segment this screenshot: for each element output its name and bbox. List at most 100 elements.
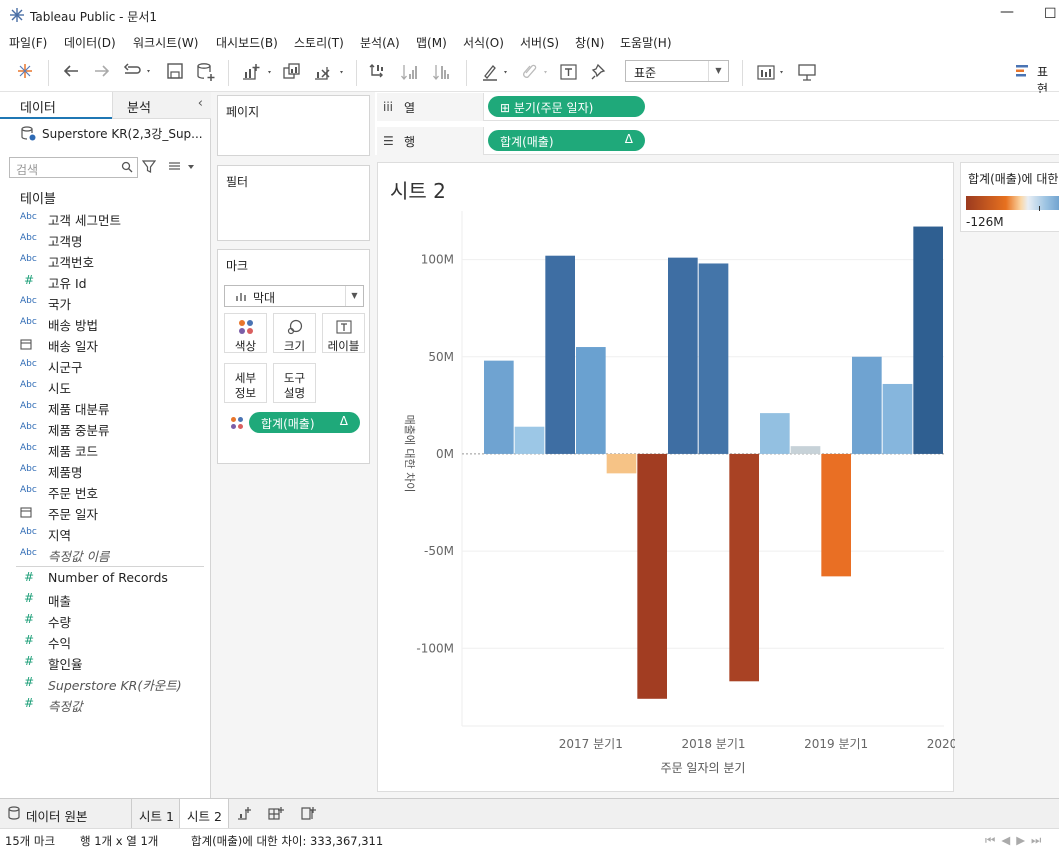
field-item[interactable]: Abc 시군구 (20, 356, 210, 377)
columns-pill[interactable]: ⊞ 분기(주문 일자) (488, 96, 645, 117)
sheet-nav-icons[interactable]: ⏮◀▶⏭ (985, 833, 1047, 848)
tab-sheet-2[interactable]: 시트 2 (179, 799, 229, 828)
minimize-button[interactable]: — (1000, 4, 1014, 20)
field-item[interactable]: 배송 일자 (20, 335, 210, 356)
menu-dashboard[interactable]: 대시보드(B) (216, 34, 278, 51)
field-item[interactable]: # 수익 (20, 632, 210, 653)
presentation-mode-dropdown-icon[interactable] (756, 62, 790, 82)
duplicate-sheet-icon[interactable] (282, 62, 302, 82)
menu-map[interactable]: 맵(M) (416, 34, 447, 51)
string-type-icon: Abc (20, 401, 37, 411)
tableau-start-icon[interactable] (16, 62, 34, 80)
new-datasource-icon[interactable] (196, 62, 216, 82)
datasource-icon (20, 126, 36, 144)
field-item[interactable]: # 수량 (20, 611, 210, 632)
menu-server[interactable]: 서버(S) (520, 34, 559, 51)
new-worksheet-icon[interactable] (240, 62, 274, 82)
field-item[interactable]: Abc 고객번호 (20, 251, 210, 272)
sort-descending-icon[interactable] (432, 62, 452, 82)
legend-gradient[interactable] (966, 196, 1059, 210)
field-item[interactable]: Abc 제품 코드 (20, 440, 210, 461)
label-icon (336, 319, 352, 338)
presentation-icon[interactable] (797, 62, 817, 82)
search-placeholder: 검색 (16, 163, 39, 177)
menu-story[interactable]: 스토리(T) (294, 34, 344, 51)
mark-type-select[interactable]: 막대 ▼ (224, 285, 364, 307)
show-me-button[interactable]: 표현 (1015, 63, 1048, 96)
database-icon (8, 806, 20, 823)
field-item[interactable]: # Number of Records (20, 569, 210, 590)
field-item[interactable]: 주문 일자 (20, 503, 210, 524)
undo-icon[interactable] (62, 62, 80, 80)
pages-shelf[interactable]: 페이지 (217, 95, 370, 156)
menu-data[interactable]: 데이터(D) (64, 34, 116, 51)
menu-analysis[interactable]: 분석(A) (360, 34, 400, 51)
bar (852, 356, 882, 454)
new-dashboard-tab-icon[interactable] (268, 806, 284, 825)
columns-shelf[interactable]: iii 열 ⊞ 분기(주문 일자) (377, 93, 1059, 121)
field-item[interactable]: # Superstore KR(카운트) (20, 674, 210, 695)
field-name: 주문 일자 (48, 507, 98, 522)
highlight-icon[interactable] (480, 62, 514, 82)
tab-sheet-1[interactable]: 시트 1 (131, 799, 179, 828)
shelves-column: 페이지 필터 마크 막대 ▼ 색상 크기 레이블 세부 정보 도구 설명 합계(… (211, 92, 375, 798)
menu-file[interactable]: 파일(F) (9, 34, 47, 51)
color-button[interactable]: 색상 (224, 313, 267, 353)
x-tick-label: 2018 분기1 (681, 737, 745, 751)
tab-data[interactable]: 데이터 (0, 92, 112, 119)
field-item[interactable]: Abc 국가 (20, 293, 210, 314)
field-search-input[interactable]: 검색 (9, 157, 138, 178)
menu-worksheet[interactable]: 워크시트(W) (133, 34, 198, 51)
view-options-icon[interactable] (168, 161, 196, 176)
field-item[interactable]: # 고유 Id (20, 272, 210, 293)
field-item[interactable]: Abc 배송 방법 (20, 314, 210, 335)
field-item[interactable]: Abc 측정값 이름 (20, 545, 210, 566)
field-item[interactable]: Abc 고객명 (20, 230, 210, 251)
show-mark-labels-icon[interactable] (559, 62, 579, 82)
filters-shelf[interactable]: 필터 (217, 165, 370, 241)
size-button[interactable]: 크기 (273, 313, 316, 353)
tab-analytics[interactable]: 분석 ‹ (112, 92, 211, 119)
field-item[interactable]: # 할인율 (20, 653, 210, 674)
replay-icon[interactable] (122, 62, 152, 80)
datasource-item[interactable]: Superstore KR(2,3강_Sup... (20, 125, 203, 144)
field-item[interactable]: # 측정값 (20, 695, 210, 716)
string-type-icon: Abc (20, 317, 37, 327)
collapse-pane-icon[interactable]: ‹ (198, 96, 203, 111)
rows-pill[interactable]: 합계(매출) Δ (488, 130, 645, 151)
tooltip-button[interactable]: 도구 설명 (273, 363, 316, 403)
tab-datasource[interactable]: 데이터 원본 (0, 799, 130, 828)
redo-icon[interactable] (93, 62, 111, 80)
fix-axes-icon[interactable] (590, 62, 610, 82)
field-item[interactable]: Abc 주문 번호 (20, 482, 210, 503)
bar (729, 453, 759, 682)
x-axis-title: 주문 일자의 분기 (661, 761, 746, 775)
field-item[interactable]: Abc 제품 대분류 (20, 398, 210, 419)
maximize-button[interactable]: ☐ (1044, 6, 1057, 22)
label-button[interactable]: 레이블 (322, 313, 365, 353)
field-item[interactable]: Abc 지역 (20, 524, 210, 545)
y-tick-label: 0M (436, 447, 454, 461)
clear-sheet-icon[interactable] (312, 62, 346, 82)
menu-help[interactable]: 도움말(H) (620, 34, 672, 51)
filter-icon[interactable] (141, 160, 157, 177)
menu-window[interactable]: 창(N) (575, 34, 604, 51)
group-members-icon[interactable] (518, 62, 552, 82)
new-worksheet-tab-icon[interactable] (236, 806, 252, 825)
status-bar: 15개 마크 행 1개 x 열 1개 합계(매출)에 대한 차이: 333,36… (0, 828, 1059, 850)
rows-shelf[interactable]: ☰ 행 합계(매출) Δ (377, 127, 1059, 155)
field-item[interactable]: Abc 제품명 (20, 461, 210, 482)
field-item[interactable]: # 매출 (20, 590, 210, 611)
fit-select[interactable]: 표준 ▼ (625, 60, 729, 82)
swap-rows-columns-icon[interactable] (368, 62, 388, 82)
detail-button[interactable]: 세부 정보 (224, 363, 267, 403)
menu-format[interactable]: 서식(O) (463, 34, 504, 51)
color-legend: 합계(매출)에 대한 -126M (960, 162, 1059, 232)
new-story-tab-icon[interactable] (300, 806, 316, 825)
field-item[interactable]: Abc 시도 (20, 377, 210, 398)
field-item[interactable]: Abc 고객 세그먼트 (20, 209, 210, 230)
save-icon[interactable] (166, 62, 184, 80)
sort-ascending-icon[interactable] (400, 62, 420, 82)
mark-color-pill[interactable]: 합계(매출) Δ (249, 412, 360, 433)
field-item[interactable]: Abc 제품 중분류 (20, 419, 210, 440)
